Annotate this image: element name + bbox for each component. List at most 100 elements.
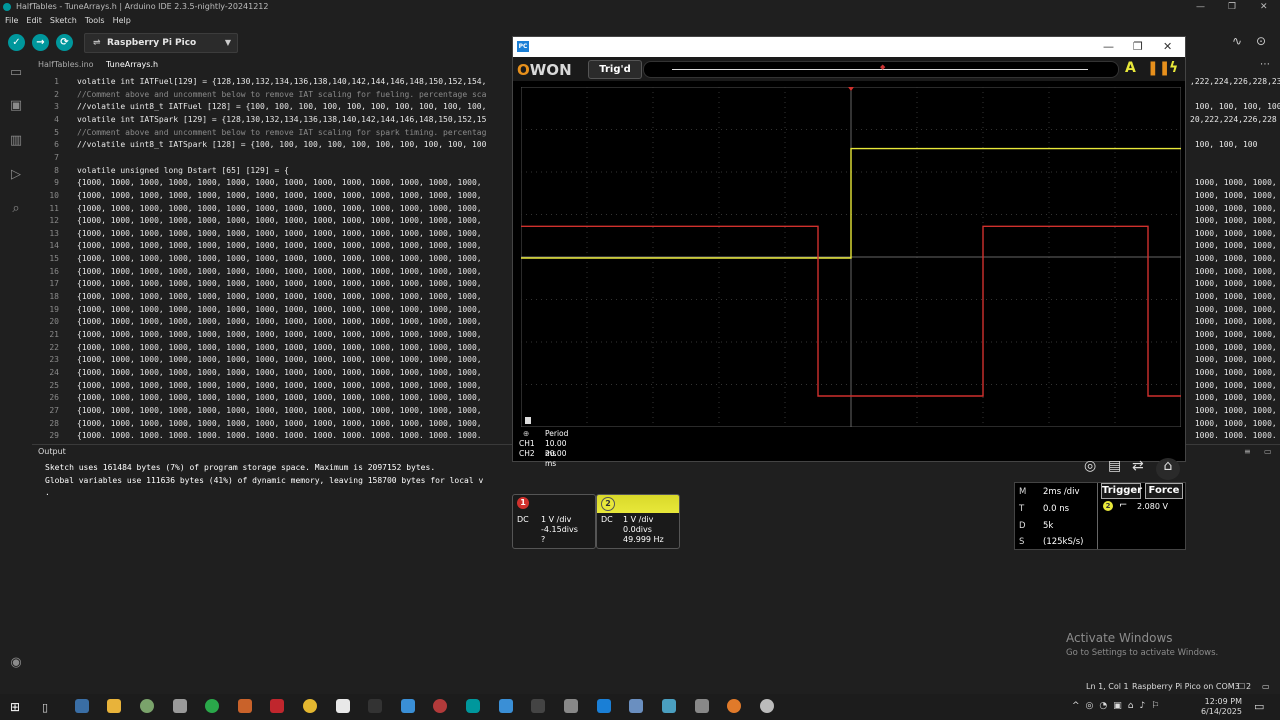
- taskbar-app-icon[interactable]: [433, 699, 447, 713]
- file-explorer-icon[interactable]: [107, 699, 121, 713]
- timeline-marker[interactable]: ◆: [880, 63, 885, 71]
- taskbar-app-icon[interactable]: [760, 699, 774, 713]
- line-number: 12: [49, 216, 59, 226]
- timebase-m-value[interactable]: 2ms /div: [1043, 487, 1079, 497]
- owon-taskbar-icon[interactable]: [597, 699, 611, 713]
- system-tray-icons[interactable]: ^◎◔▣⌂♪⚐: [1072, 701, 1165, 711]
- upload-button[interactable]: →: [32, 34, 49, 51]
- library-icon[interactable]: ▥: [7, 132, 25, 150]
- save-icon[interactable]: ▤: [1108, 458, 1121, 474]
- sidebar: ▭ ▣ ▥ ▷ ⌕ ◉: [0, 56, 32, 680]
- windows-start-icon[interactable]: ⊞: [10, 701, 22, 713]
- scope-close-button[interactable]: ✕: [1163, 37, 1172, 57]
- menu-file[interactable]: File: [5, 14, 18, 28]
- timebase-t-value[interactable]: 0.0 ns: [1043, 504, 1069, 514]
- clear-output-icon[interactable]: ≡: [1244, 445, 1251, 459]
- owon-app-icon: PC: [517, 41, 529, 52]
- arduino-taskbar-icon[interactable]: [466, 699, 480, 713]
- line-number: 5: [54, 127, 59, 137]
- line-number: 14: [49, 241, 59, 251]
- ch2-settings[interactable]: 2 DC 1 V /div 0.0divs 49.999 Hz: [596, 494, 680, 549]
- search-icon[interactable]: ⌕: [7, 200, 25, 218]
- taskbar-app-icon[interactable]: [531, 699, 545, 713]
- swap-icon[interactable]: ⇄: [1132, 458, 1144, 474]
- panel-toggle-icon[interactable]: ▭: [1262, 680, 1270, 694]
- tab-tunearrays-h[interactable]: TuneArrays.h: [100, 56, 164, 74]
- measure-ch2-value: 20.00 ms: [545, 449, 567, 468]
- measure-icon[interactable]: ⊕: [523, 429, 529, 439]
- taskbar-app-icon[interactable]: [270, 699, 284, 713]
- taskbar-app-icon[interactable]: [662, 699, 676, 713]
- debug-button[interactable]: ⟳: [56, 34, 73, 51]
- notification-icon[interactable]: ☐: [1238, 680, 1245, 694]
- code-text-overflow: 1000, 1000, 1000,: [1190, 228, 1277, 238]
- taskbar-app-icon[interactable]: [173, 699, 187, 713]
- taskbar-app-icon[interactable]: [564, 699, 578, 713]
- taskbar-app-icon[interactable]: [238, 699, 252, 713]
- chrome-icon[interactable]: [303, 699, 317, 713]
- line-number: 25: [49, 380, 59, 390]
- window-title: HalfTables - TuneArrays.h | Arduino IDE …: [16, 2, 269, 11]
- auto-button[interactable]: A: [1125, 60, 1136, 76]
- debug-sidebar-icon[interactable]: ▷: [7, 166, 25, 184]
- line-number: 2: [54, 89, 59, 99]
- code-text: volatile unsigned long Dstart [65] [129]…: [77, 165, 289, 175]
- memory-timeline[interactable]: ◆: [643, 61, 1119, 78]
- measure-tool-icon[interactable]: ◎: [1084, 458, 1096, 474]
- restore-button[interactable]: ❐: [1228, 0, 1236, 14]
- menu-edit[interactable]: Edit: [26, 14, 42, 28]
- rising-edge-icon: ⌐: [1119, 500, 1128, 511]
- close-button[interactable]: ✕: [1260, 0, 1268, 14]
- output-title: Output: [38, 447, 66, 456]
- notification-center-icon[interactable]: ▭: [1254, 700, 1264, 713]
- trigger-button[interactable]: Trigger: [1101, 483, 1142, 499]
- code-text-overflow: 1000, 1000, 1000,: [1190, 317, 1277, 327]
- verify-button[interactable]: ✓: [8, 34, 25, 51]
- serial-plotter-icon[interactable]: ∿: [1232, 34, 1242, 48]
- task-view-icon[interactable]: ▯: [42, 701, 48, 714]
- code-text: {1000, 1000, 1000, 1000, 1000, 1000, 100…: [77, 367, 482, 377]
- taskbar-app-icon[interactable]: [499, 699, 513, 713]
- gamepad-icon[interactable]: [695, 699, 709, 713]
- taskbar-app-icon[interactable]: [629, 699, 643, 713]
- timebase-d-value[interactable]: 5k: [1043, 521, 1053, 531]
- code-text: {1000, 1000, 1000, 1000, 1000, 1000, 100…: [77, 178, 482, 188]
- code-text: {1000, 1000, 1000, 1000, 1000, 1000, 100…: [77, 254, 482, 264]
- taskbar-app-icon[interactable]: [205, 699, 219, 713]
- menu-help[interactable]: Help: [113, 14, 131, 28]
- minimize-button[interactable]: —: [1196, 0, 1205, 14]
- home-icon[interactable]: ⌂: [1156, 458, 1180, 480]
- cursor-position: Ln 1, Col 1: [1086, 682, 1129, 691]
- scope-minimize-button[interactable]: —: [1103, 37, 1114, 57]
- ch1-settings[interactable]: 1 DC 1 V /div -4.15divs ?: [512, 494, 596, 549]
- lock-scroll-icon[interactable]: ▭: [1264, 445, 1272, 459]
- scope-restore-button[interactable]: ❐: [1133, 37, 1143, 57]
- run-stop-button[interactable]: ❚❚: [1147, 60, 1170, 76]
- menu-sketch[interactable]: Sketch: [50, 14, 77, 28]
- folder-icon[interactable]: ▭: [7, 64, 25, 82]
- account-icon[interactable]: ◉: [7, 654, 25, 672]
- code-text-overflow: 1000, 1000, 1000,: [1190, 203, 1277, 213]
- line-number: 8: [54, 165, 59, 175]
- waveform-display[interactable]: [521, 87, 1181, 427]
- taskbar-app-icon[interactable]: [75, 699, 89, 713]
- taskbar-clock[interactable]: 12:09 PM 6/14/2025: [1200, 697, 1242, 717]
- code-text-overflow: 1000, 1000, 1000,: [1190, 266, 1277, 276]
- more-tabs-icon[interactable]: ⋯: [1260, 56, 1270, 74]
- taskbar-app-icon[interactable]: [368, 699, 382, 713]
- code-text-overflow: 1000, 1000, 1000,: [1190, 342, 1277, 352]
- status-bar: Ln 1, Col 1 Raspberry Pi Pico on COM3 ☐ …: [0, 680, 1280, 694]
- menu-tools[interactable]: Tools: [85, 14, 105, 28]
- taskbar-app-icon[interactable]: [140, 699, 154, 713]
- taskbar-app-icon[interactable]: [401, 699, 415, 713]
- tab-halftables-ino[interactable]: HalfTables.ino: [32, 56, 100, 74]
- single-trigger-icon[interactable]: ϟ: [1169, 60, 1178, 76]
- trigger-level[interactable]: 2.080 V: [1137, 502, 1168, 511]
- boards-manager-icon[interactable]: ▣: [7, 97, 25, 115]
- taskbar-app-icon[interactable]: [727, 699, 741, 713]
- force-button[interactable]: Force: [1145, 483, 1183, 499]
- timebase-t-key: T: [1019, 504, 1025, 514]
- notepad-icon[interactable]: [336, 699, 350, 713]
- serial-monitor-icon[interactable]: ⊙: [1256, 34, 1266, 48]
- board-selector[interactable]: ⇌ Raspberry Pi Pico ▼: [84, 33, 238, 53]
